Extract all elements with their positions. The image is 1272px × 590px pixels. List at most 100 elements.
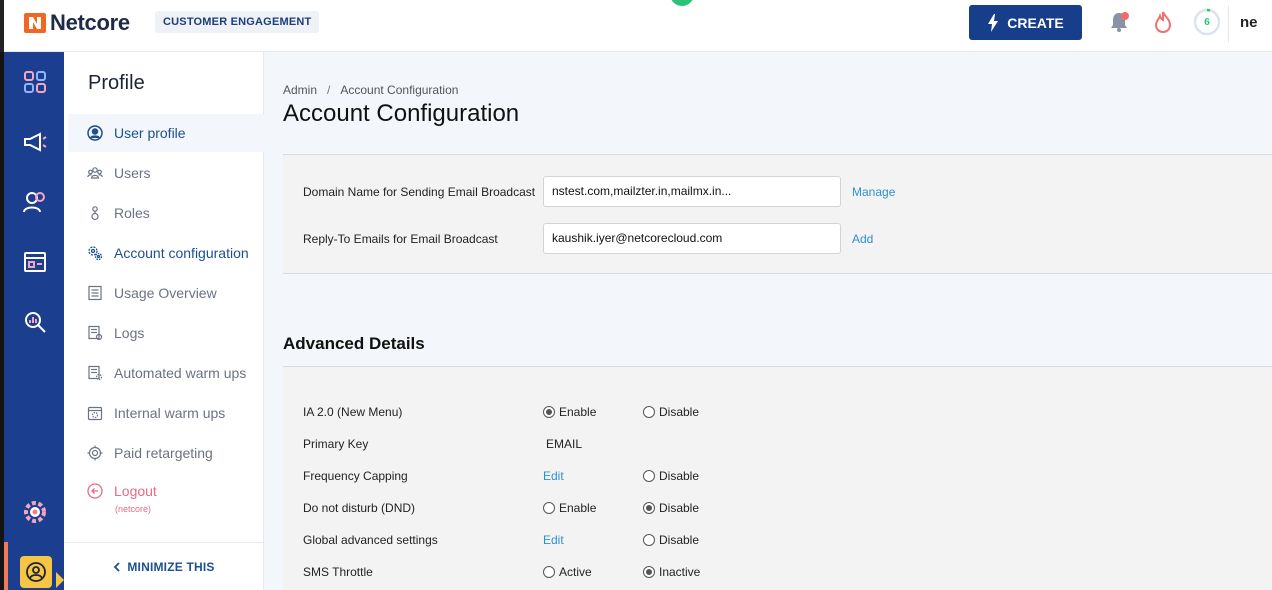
minimize-sidebar-button[interactable]: MINIMIZE THIS (64, 542, 264, 590)
radio-label: Enable (559, 501, 597, 515)
global-advanced-settings-edit-link[interactable]: Edit (543, 533, 564, 547)
radio-label: Disable (659, 501, 700, 515)
create-label: CREATE (1007, 14, 1064, 31)
content-icon[interactable] (22, 249, 48, 275)
sidebar-item-label: Roles (114, 205, 150, 221)
add-reply-to-link[interactable]: Add (852, 232, 873, 246)
global-advanced-settings-label: Global advanced settings (303, 533, 438, 547)
flame-icon[interactable] (1150, 9, 1176, 35)
create-button[interactable]: CREATE (969, 5, 1082, 40)
sms-throttle-label: SMS Throttle (303, 565, 373, 579)
sidebar-item-label: Account configuration (114, 245, 249, 261)
side-menu-title: Profile (88, 72, 145, 94)
brand-name: Netcore (50, 10, 130, 35)
header-divider (1228, 6, 1229, 42)
advanced-details-title: Advanced Details (283, 334, 425, 353)
sidebar-item-paid-retargeting[interactable]: Paid retargeting (68, 434, 264, 472)
radio-unselected-icon (643, 406, 655, 418)
notification-bell-icon[interactable] (1106, 9, 1132, 35)
sidebar-item-roles[interactable]: Roles (68, 194, 264, 232)
profile-side-menu: Profile User profile Users Roles Account… (64, 52, 264, 590)
window-edge (0, 52, 4, 590)
primary-key-label: Primary Key (303, 437, 369, 451)
window-edge (0, 0, 4, 52)
active-indicator (4, 542, 8, 590)
analytics-search-icon[interactable] (22, 309, 48, 335)
sidebar-item-automated-warm-ups[interactable]: Automated warm ups (68, 354, 264, 392)
domain-name-field[interactable]: nstest.com,mailzter.in,mailmx.in... (543, 176, 841, 207)
global-advanced-settings-disable-radio[interactable]: Disable (643, 533, 699, 547)
sidebar-item-account-configuration[interactable]: Account configuration (68, 234, 264, 272)
progress-count: 6 (1204, 16, 1210, 28)
radio-label: Enable (559, 405, 597, 419)
status-dot (670, 0, 694, 6)
sidebar-item-label: Logout (114, 483, 157, 499)
sidebar-item-logs[interactable]: Logs (68, 314, 264, 352)
user-menu[interactable]: ne (1240, 14, 1258, 31)
radio-label: Disable (659, 405, 700, 419)
sidebar-item-usage-overview[interactable]: Usage Overview (68, 274, 264, 312)
progress-ring[interactable]: 6 (1193, 8, 1221, 36)
sidebar-item-users[interactable]: Users (68, 154, 264, 192)
dnd-disable-radio[interactable]: Disable (643, 501, 699, 515)
calendar-gear-icon (86, 404, 104, 422)
chevron-left-icon (114, 561, 120, 572)
advanced-details-panel: IA 2.0 (New Menu) Enable Disable Primary… (283, 366, 1272, 590)
avatar-notch (56, 572, 64, 588)
reply-to-email-field[interactable]: kaushik.iyer@netcorecloud.com (543, 223, 841, 254)
dnd-enable-radio[interactable]: Enable (543, 501, 596, 515)
sms-throttle-inactive-radio[interactable]: Inactive (643, 565, 700, 579)
sidebar-item-label: User profile (114, 125, 186, 141)
radio-label: Disable (659, 533, 700, 547)
product-badge[interactable]: CUSTOMER ENGAGEMENT (155, 11, 320, 33)
users-icon (86, 164, 104, 182)
log-icon (86, 324, 104, 342)
roles-icon (86, 204, 104, 222)
lightning-icon (988, 13, 999, 32)
sidebar-item-user-profile[interactable]: User profile (68, 114, 264, 152)
logout-account-name: (netcore) (115, 504, 152, 514)
sidebar-item-label: Users (114, 165, 151, 181)
radio-unselected-icon (543, 502, 555, 514)
logout-arrow-icon (86, 482, 104, 500)
avatar-icon (20, 556, 52, 588)
radio-label: Disable (659, 469, 700, 483)
ia-disable-radio[interactable]: Disable (643, 405, 699, 419)
sidebar-item-label: Usage Overview (114, 285, 217, 301)
app-rail (0, 52, 64, 590)
radio-unselected-icon (643, 534, 655, 546)
netcore-logo-icon (24, 13, 46, 33)
profile-avatar-tab[interactable] (4, 542, 64, 590)
ia-new-menu-label: IA 2.0 (New Menu) (303, 405, 403, 419)
breadcrumb-separator: / (327, 83, 331, 97)
sidebar-item-logout[interactable]: Logout (68, 472, 264, 510)
radio-label: Active (559, 565, 592, 579)
top-bar: Netcore CUSTOMER ENGAGEMENT CREATE 6 ne (0, 0, 1272, 52)
sidebar-item-label: Internal warm ups (114, 405, 226, 421)
breadcrumb-current: Account Configuration (340, 83, 459, 97)
manage-domains-link[interactable]: Manage (852, 185, 895, 199)
minimize-label: MINIMIZE THIS (127, 559, 215, 574)
radio-selected-icon (543, 406, 555, 418)
target-icon (86, 444, 104, 462)
frequency-capping-disable-radio[interactable]: Disable (643, 469, 699, 483)
radio-unselected-icon (543, 566, 555, 578)
dashboard-icon[interactable] (22, 69, 48, 95)
sidebar-item-internal-warm-ups[interactable]: Internal warm ups (68, 394, 264, 432)
contacts-icon[interactable] (22, 189, 48, 215)
sms-throttle-active-radio[interactable]: Active (543, 565, 592, 579)
netcore-logo[interactable]: Netcore (22, 8, 130, 38)
sidebar-item-label: Paid retargeting (114, 445, 213, 461)
main-content: Admin / Account Configuration Account Conf… (264, 52, 1272, 590)
frequency-capping-edit-link[interactable]: Edit (543, 469, 564, 483)
settings-gear-icon[interactable] (22, 499, 48, 525)
sidebar-item-label: Automated warm ups (114, 365, 247, 381)
automation-icon (86, 364, 104, 382)
megaphone-icon[interactable] (22, 129, 48, 155)
breadcrumb-admin-link[interactable]: Admin (283, 83, 317, 97)
breadcrumb: Admin / Account Configuration (283, 83, 458, 97)
radio-selected-icon (643, 502, 655, 514)
sidebar-item-label: Logs (114, 325, 145, 341)
gears-icon (86, 244, 104, 262)
ia-enable-radio[interactable]: Enable (543, 405, 596, 419)
